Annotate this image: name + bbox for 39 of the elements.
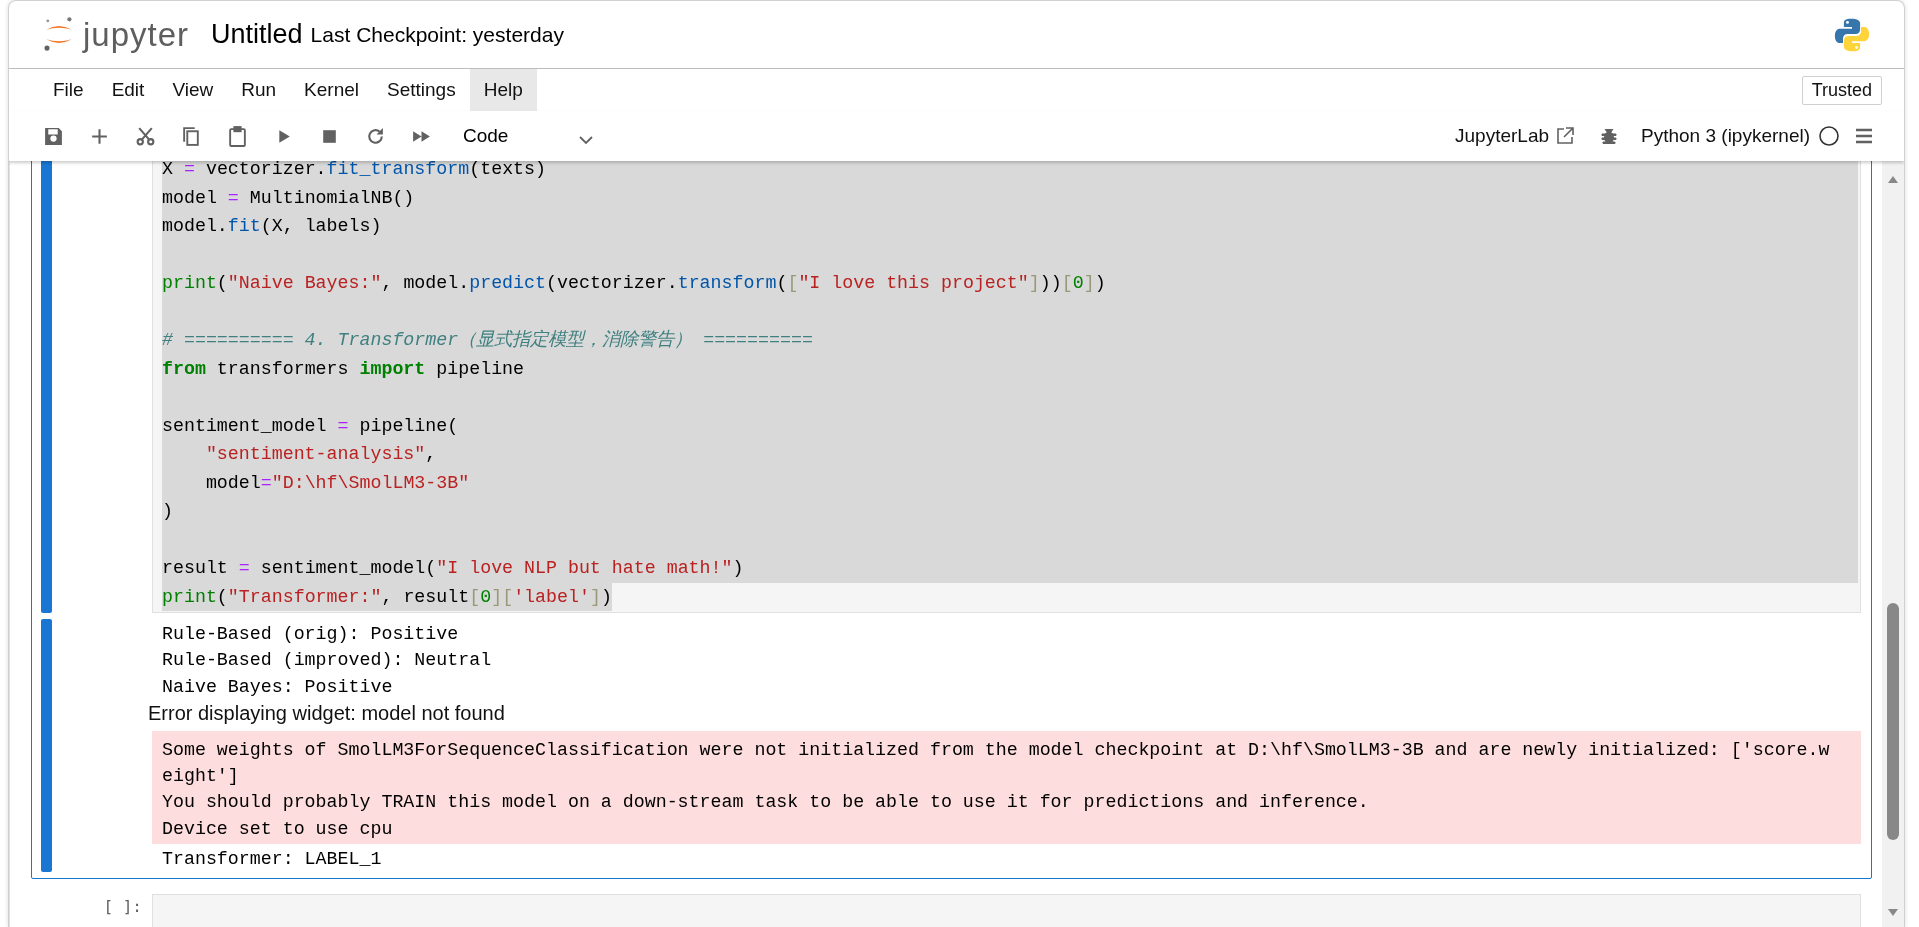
menu-item[interactable]: Help <box>469 69 537 111</box>
external-link-icon[interactable] <box>1555 126 1576 146</box>
menu-item[interactable]: Run <box>227 69 291 111</box>
output-line: Rule-Based (improved): Neutral <box>162 649 493 673</box>
output-line: Rule-Based (orig): Positive <box>162 623 460 646</box>
paste-icon[interactable] <box>227 125 248 147</box>
output-line: You should probably TRAIN this model on a down-stream task to be able to use it for predictions and inference. <box>162 791 1370 815</box>
output-line: Transformer: LABEL_1 <box>162 848 383 872</box>
save-icon[interactable] <box>43 125 64 147</box>
output-line: Device set to use cpu <box>162 817 394 841</box>
output-line: Naive Bayes: Positive <box>162 675 394 699</box>
python-logo-icon <box>1834 16 1870 53</box>
caret-icon <box>579 135 593 145</box>
output-line: Some weights of SmolLM3ForSequenceClassification were not initialized from the model checkpoint at D:\hf\SmolLM3-3B and are newly initialized: ['score.w <box>162 738 1831 762</box>
copy-icon[interactable] <box>181 125 202 147</box>
menu-item[interactable]: Edit <box>97 69 159 111</box>
notebook-title[interactable]: Untitled <box>211 19 303 50</box>
menu-item[interactable]: Settings <box>373 69 470 111</box>
scrollbar[interactable] <box>1882 161 1904 927</box>
restart-icon[interactable] <box>365 125 386 147</box>
cell-type-dropdown[interactable]: Code <box>457 125 599 147</box>
cell-collapser[interactable] <box>41 161 52 613</box>
execution-prompt: [ ]: <box>103 897 142 917</box>
output-line: eight'] <box>162 765 240 789</box>
bug-icon[interactable] <box>1599 126 1620 146</box>
kernel-name[interactable]: Python 3 (ipykernel) <box>1641 125 1810 147</box>
cut-icon[interactable] <box>135 125 156 147</box>
menu-item[interactable]: File <box>39 69 98 111</box>
scroll-up-icon[interactable] <box>1888 175 1898 183</box>
logo-text: jupyter <box>83 15 190 54</box>
open-in-link[interactable]: JupyterLab <box>1455 125 1550 147</box>
scrollbar-thumb[interactable] <box>1887 603 1899 841</box>
widget-error-message: Error displaying widget: model not found <box>147 700 506 726</box>
scroll-down-icon[interactable] <box>1888 909 1898 917</box>
checkpoint-status: Last Checkpoint: yesterday <box>310 22 564 47</box>
trusted-button[interactable]: Trusted <box>1801 75 1882 105</box>
menu-item[interactable]: Kernel <box>290 69 373 111</box>
menu-item[interactable]: View <box>158 69 228 111</box>
menu-icon[interactable] <box>1854 126 1874 146</box>
